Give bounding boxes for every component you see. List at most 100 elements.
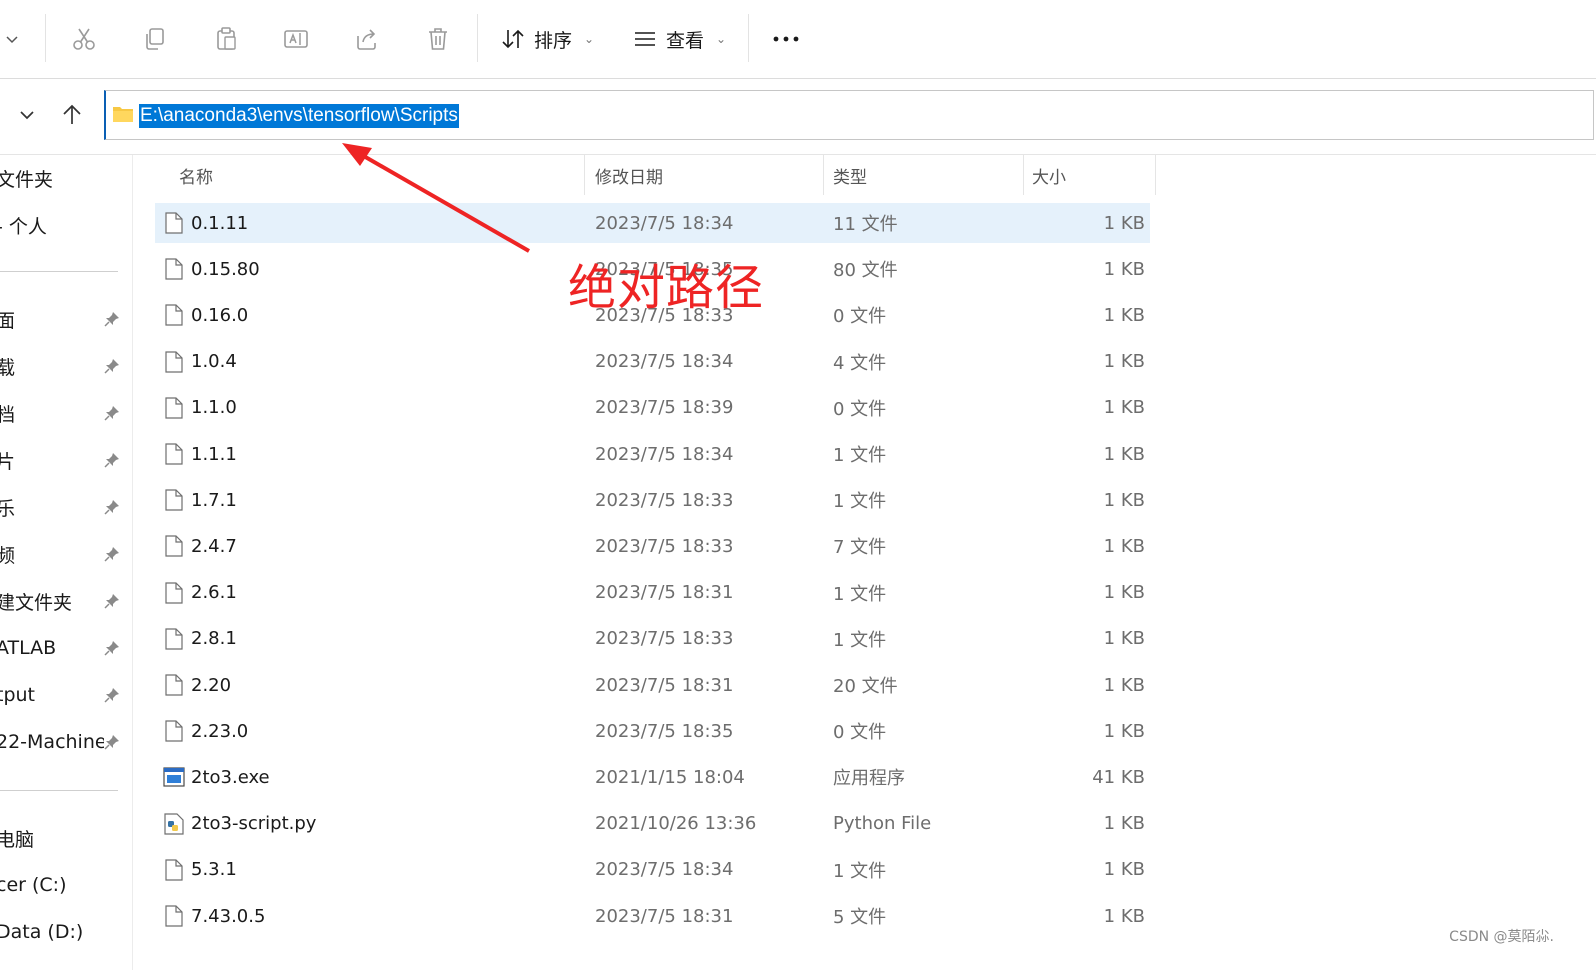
file-row[interactable]: 2.8.1 2023/7/5 18:33 1 文件 1 KB [155,619,1150,659]
column-divider[interactable] [1023,155,1024,195]
pin-icon[interactable] [104,640,120,656]
file-row[interactable]: 5.3.1 2023/7/5 18:34 1 文件 1 KB [155,850,1150,890]
file-name-cell[interactable]: 7.43.0.5 [163,896,265,936]
column-header-size[interactable]: 大小 [1032,155,1066,195]
pin-icon[interactable] [104,452,120,468]
sidebar-item[interactable]: 文件夹 [0,163,120,193]
sort-button[interactable]: 排序 ⌄ [500,24,594,54]
sidebar-item[interactable]: Data (D:) [0,917,120,947]
file-name-cell[interactable]: 2.8.1 [163,619,237,659]
column-header-type[interactable]: 类型 [833,155,867,195]
sidebar-item-label: 建文件夹 [0,591,73,614]
sort-label: 排序 [534,29,573,52]
file-size: 1 KB [1103,905,1145,927]
sidebar-item[interactable]: 建文件夹 [0,586,120,616]
file-name-cell[interactable]: 0.16.0 [163,295,248,335]
file-name-cell[interactable]: 0.1.11 [163,203,248,243]
column-header-name[interactable]: 名称 [179,155,213,195]
file-row[interactable]: 2to3-script.py 2021/10/26 13:36 Python Fil… [155,804,1150,844]
file-row[interactable]: 2to3.exe 2021/1/15 18:04 应用程序 41 KB [155,757,1150,797]
pin-icon[interactable] [104,311,120,327]
recent-locations-chevron-icon[interactable] [10,98,44,132]
column-header-date[interactable]: 修改日期 [595,155,663,195]
file-name-cell[interactable]: 2.23.0 [163,711,248,751]
share-icon[interactable] [349,22,385,56]
sidebar-item[interactable]: ATLAB [0,633,120,663]
sidebar-item[interactable]: 档 [0,398,120,428]
copy-icon[interactable] [137,22,173,56]
file-icon [163,257,185,281]
file-date: 2023/7/5 18:33 [595,489,734,511]
more-options-icon[interactable] [768,22,804,56]
file-row[interactable]: 2.6.1 2023/7/5 18:31 1 文件 1 KB [155,573,1150,613]
pin-icon[interactable] [104,358,120,374]
file-type: 0 文件 [833,398,887,420]
file-type: 1 文件 [833,445,887,466]
file-type: Python File [833,813,932,835]
delete-icon[interactable] [420,22,456,56]
pin-icon[interactable] [104,546,120,562]
cut-icon[interactable] [66,22,102,56]
file-row[interactable]: 7.43.0.5 2023/7/5 18:31 5 文件 1 KB [155,896,1150,936]
file-name-cell[interactable]: 5.3.1 [163,850,237,890]
sidebar-item[interactable]: 电脑 [0,823,120,853]
file-date: 2021/10/26 13:36 [595,813,757,835]
file-name-cell[interactable]: 0.15.80 [163,249,260,289]
rename-icon[interactable] [278,22,314,56]
file-name-cell[interactable]: 2.20 [163,665,231,705]
file-icon [163,396,185,420]
sidebar-item-label: 频 [0,541,104,568]
sidebar-item-label: ATLAB [0,637,57,659]
file-row[interactable]: 2.23.0 2023/7/5 18:35 0 文件 1 KB [155,711,1150,751]
file-row[interactable]: 0.1.11 2023/7/5 18:34 11 文件 1 KB [155,203,1150,243]
file-name-cell[interactable]: 1.1.1 [163,434,237,474]
sidebar-item[interactable]: tput [0,680,120,710]
file-type: 4 文件 [833,352,887,374]
sidebar-item[interactable]: 22-Machine- [0,727,120,757]
sidebar-item[interactable]: cer (C:) [0,870,120,900]
column-divider[interactable] [1155,155,1156,195]
file-name: 2.4.7 [191,535,237,557]
column-divider[interactable] [584,155,585,195]
file-name-cell[interactable]: 1.1.0 [163,388,237,428]
file-row[interactable]: 2.20 2023/7/5 18:31 20 文件 1 KB [155,665,1150,705]
file-name-cell[interactable]: 1.7.1 [163,480,237,520]
file-name-cell[interactable]: 2to3-script.py [163,804,316,844]
sidebar-item-label: - 个人 [0,215,47,238]
pin-icon[interactable] [104,593,120,609]
pin-icon[interactable] [104,405,120,421]
sidebar-item[interactable]: - 个人 [0,210,120,240]
pin-icon[interactable] [104,734,120,750]
file-date: 2023/7/5 18:31 [595,674,734,696]
file-row[interactable]: 1.1.1 2023/7/5 18:34 1 文件 1 KB [155,434,1150,474]
file-name-cell[interactable]: 2.4.7 [163,526,237,566]
pin-icon[interactable] [104,499,120,515]
file-size: 1 KB [1103,535,1145,557]
sidebar-item[interactable]: 面 [0,304,120,334]
file-date: 2023/7/5 18:33 [595,628,734,650]
file-date: 2023/7/5 18:33 [595,535,734,557]
file-type: 1 文件 [833,491,887,513]
file-date: 2023/7/5 18:31 [595,582,734,604]
file-row[interactable]: 1.0.4 2023/7/5 18:34 4 文件 1 KB [155,342,1150,382]
file-row[interactable]: 2.4.7 2023/7/5 18:33 7 文件 1 KB [155,526,1150,566]
file-name-cell[interactable]: 1.0.4 [163,342,237,382]
address-path-text[interactable]: E:\anaconda3\envs\tensorflow\Scripts [139,104,459,128]
new-dropdown-chevron-icon[interactable] [0,22,24,56]
sidebar-item[interactable]: 乐 [0,492,120,522]
paste-icon[interactable] [208,22,244,56]
up-arrow-icon[interactable] [55,98,89,132]
pin-icon[interactable] [104,687,120,703]
file-row[interactable]: 1.1.0 2023/7/5 18:39 0 文件 1 KB [155,388,1150,428]
column-divider[interactable] [823,155,824,195]
file-date: 2023/7/5 18:34 [595,212,734,234]
address-bar[interactable]: E:\anaconda3\envs\tensorflow\Scripts [104,90,1594,140]
sidebar-item[interactable]: 频 [0,539,120,569]
sidebar-item[interactable]: 载 [0,351,120,381]
file-name-cell[interactable]: 2to3.exe [163,757,270,797]
file-name: 2.6.1 [191,582,237,604]
file-name-cell[interactable]: 2.6.1 [163,573,237,613]
view-button[interactable]: 查看 ⌄ [632,24,726,54]
sidebar-item[interactable]: 片 [0,445,120,475]
file-row[interactable]: 1.7.1 2023/7/5 18:33 1 文件 1 KB [155,480,1150,520]
